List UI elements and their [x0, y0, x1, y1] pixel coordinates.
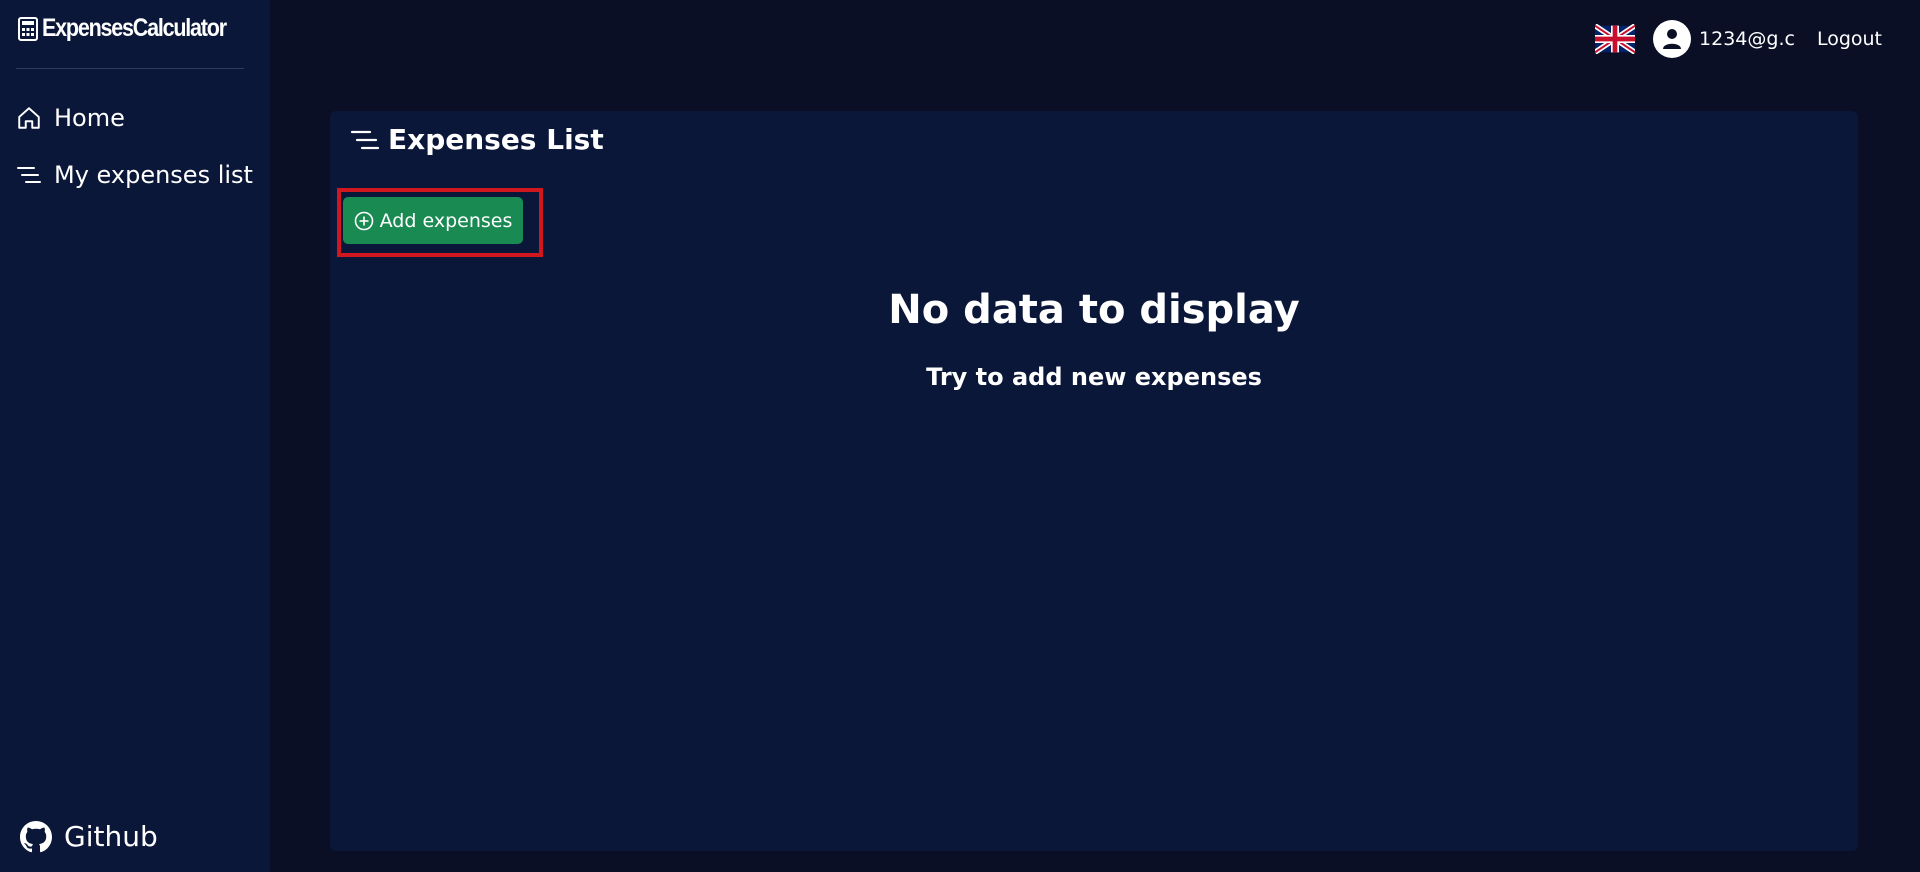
- list-icon: [350, 130, 380, 149]
- add-expenses-button[interactable]: Add expenses: [343, 197, 523, 244]
- add-expenses-label: Add expenses: [379, 209, 513, 232]
- brand-logo[interactable]: ExpensesCalculator: [18, 14, 256, 43]
- user-icon: [1663, 29, 1682, 49]
- home-icon: [18, 107, 40, 129]
- github-label: Github: [64, 820, 158, 853]
- calculator-icon: [18, 16, 38, 41]
- uk-flag-icon[interactable]: [1595, 24, 1636, 54]
- sidebar-divider: [16, 68, 244, 69]
- sidebar-item-label: My expenses list: [54, 161, 253, 189]
- sidebar-item-home[interactable]: Home: [16, 104, 125, 132]
- sidebar-item-my-expenses-list[interactable]: My expenses list: [16, 161, 253, 189]
- expenses-list-card: Expenses List Add expenses No data to di…: [330, 111, 1858, 851]
- top-bar: 1234@g.c Logout: [1595, 20, 1882, 58]
- empty-state-subtitle: Try to add new expenses: [926, 363, 1262, 391]
- user-avatar[interactable]: [1653, 20, 1692, 58]
- empty-state-title: No data to display: [888, 287, 1300, 333]
- sidebar-item-label: Home: [54, 104, 125, 132]
- user-email: 1234@g.c: [1699, 28, 1795, 50]
- github-icon: [20, 820, 52, 852]
- page-title: Expenses List: [350, 123, 604, 156]
- github-link[interactable]: Github: [20, 820, 158, 853]
- page-title-text: Expenses List: [388, 123, 604, 156]
- app-root: ExpensesCalculator Home My expenses list…: [0, 0, 1920, 872]
- brand-name: ExpensesCalculator: [42, 14, 227, 42]
- plus-circle-icon: [354, 211, 373, 230]
- list-icon: [17, 167, 41, 183]
- logout-button[interactable]: Logout: [1817, 28, 1882, 50]
- sidebar: ExpensesCalculator Home My expenses list…: [0, 0, 270, 872]
